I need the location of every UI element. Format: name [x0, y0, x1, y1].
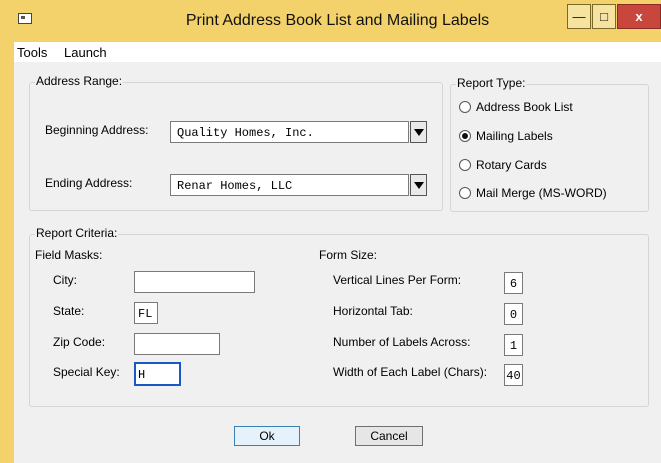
horizontal-tab-label: Horizontal Tab:	[333, 304, 413, 318]
radio-mailing-labels-circle[interactable]	[459, 130, 471, 142]
vertical-lines-field[interactable]: 6	[504, 272, 523, 294]
report-criteria-title: Report Criteria:	[35, 226, 119, 240]
radio-address-book-list[interactable]: Address Book List	[459, 100, 573, 114]
radio-mail-merge-circle[interactable]	[459, 187, 471, 199]
label-width-label: Width of Each Label (Chars):	[333, 365, 488, 379]
ok-button[interactable]: Ok	[234, 426, 300, 446]
cancel-button[interactable]: Cancel	[355, 426, 423, 446]
radio-address-book-list-circle[interactable]	[459, 101, 471, 113]
labels-across-field[interactable]: 1	[504, 334, 523, 356]
radio-rotary-cards-label: Rotary Cards	[476, 158, 547, 172]
radio-rotary-cards[interactable]: Rotary Cards	[459, 158, 547, 172]
city-field[interactable]	[134, 271, 255, 293]
state-label: State:	[53, 304, 85, 318]
beginning-address-label: Beginning Address:	[45, 123, 149, 137]
beginning-address-dropdown-button[interactable]	[410, 121, 427, 143]
radio-rotary-cards-circle[interactable]	[459, 159, 471, 171]
window-title: Print Address Book List and Mailing Labe…	[185, 12, 490, 29]
form-size-title: Form Size:	[319, 248, 378, 262]
radio-mailing-labels[interactable]: Mailing Labels	[459, 129, 553, 143]
beginning-address-field[interactable]: Quality Homes, Inc.	[170, 121, 409, 143]
special-key-field[interactable]: H	[134, 362, 181, 386]
ending-address-dropdown-button[interactable]	[410, 174, 427, 196]
vertical-lines-label: Vertical Lines Per Form:	[333, 273, 462, 287]
radio-address-book-list-label: Address Book List	[476, 100, 573, 114]
maximize-button[interactable]: □	[592, 4, 616, 29]
menu-bar: Tools Launch	[14, 42, 661, 62]
print-address-window: Print Address Book List and Mailing Labe…	[0, 0, 661, 463]
zip-code-label: Zip Code:	[53, 335, 106, 349]
minimize-button[interactable]: —	[567, 4, 591, 29]
close-button[interactable]: x	[617, 4, 661, 29]
ending-address-field[interactable]: Renar Homes, LLC	[170, 174, 409, 196]
menu-tools[interactable]: Tools	[17, 45, 47, 60]
horizontal-tab-field[interactable]: 0	[504, 303, 523, 325]
radio-mail-merge[interactable]: Mail Merge (MS-WORD)	[459, 186, 607, 200]
radio-mailing-labels-label: Mailing Labels	[476, 129, 553, 143]
menu-launch[interactable]: Launch	[64, 45, 107, 60]
zip-code-field[interactable]	[134, 333, 220, 355]
state-field[interactable]: FL	[134, 302, 158, 324]
report-type-title: Report Type:	[456, 76, 527, 90]
ending-address-label: Ending Address:	[45, 176, 133, 190]
labels-across-label: Number of Labels Across:	[333, 335, 471, 349]
radio-mail-merge-label: Mail Merge (MS-WORD)	[476, 186, 607, 200]
field-masks-title: Field Masks:	[35, 248, 103, 262]
dialog-client-area: Tools Launch Address Range: Beginning Ad…	[14, 42, 661, 463]
address-range-title: Address Range:	[35, 74, 124, 88]
title-bar[interactable]: Print Address Book List and Mailing Labe…	[7, 0, 661, 42]
label-width-field[interactable]: 40	[504, 364, 523, 386]
special-key-label: Special Key:	[53, 365, 120, 379]
city-label: City:	[53, 273, 77, 287]
